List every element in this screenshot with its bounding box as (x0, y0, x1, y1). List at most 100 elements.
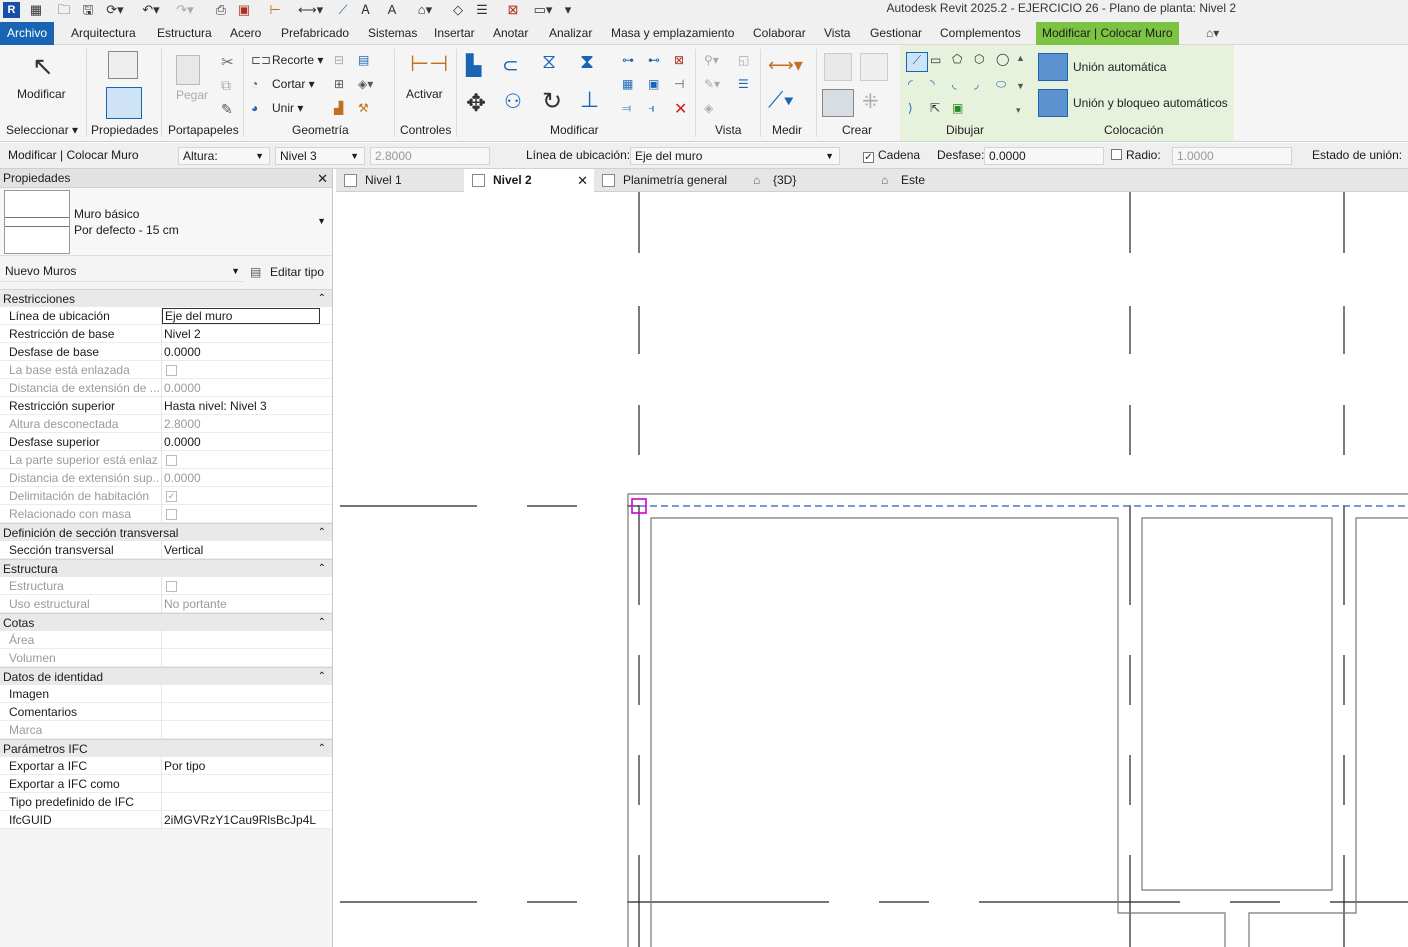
prop-row[interactable]: Tipo predefinido de IFC (0, 793, 332, 811)
activate-controls-icon[interactable]: ⊢⊣ (410, 51, 448, 77)
prop-row[interactable]: IfcGUID 2iMGVRzY1Cau9RlsBcJp4L (0, 811, 332, 829)
altura-select[interactable]: Altura: ▼ (178, 147, 270, 165)
auto-join-lock-icon[interactable] (1038, 89, 1068, 117)
floor-plan-drawing[interactable] (336, 192, 1408, 947)
tab-sistemas[interactable]: Sistemas (368, 22, 417, 45)
ribbon-minimize-icon[interactable]: ⌂▾ (1206, 22, 1232, 45)
scale-icon[interactable]: ▣ (648, 77, 659, 91)
join-icon[interactable]: ◕ (251, 101, 258, 115)
radio-checkbox[interactable]: Radio: (1111, 148, 1161, 162)
draw-partial-ellipse-icon[interactable]: ⟩ (908, 101, 913, 115)
trim-single-icon[interactable]: ⫣ (648, 101, 655, 116)
prop-row[interactable]: Línea de ubicación Eje del muro (0, 307, 332, 325)
draw-scroll-down-icon[interactable]: ▼ (1016, 81, 1025, 91)
draw-inscribed-polygon-icon[interactable]: ⬠ (952, 52, 962, 66)
location-line-input[interactable]: Eje del muro (162, 308, 320, 324)
close-icon[interactable]: ✕ (317, 169, 328, 188)
seleccionar-panel-label[interactable]: Seleccionar ▾ (6, 123, 78, 137)
recorte-button[interactable]: Recorte ▾ (272, 53, 323, 67)
tab-modificar-colocar-muro[interactable]: Modificar | Colocar Muro (1036, 22, 1179, 45)
draw-scroll-up-icon[interactable]: ▲ (1016, 53, 1025, 63)
prop-row[interactable]: Exportar a IFC como (0, 775, 332, 793)
copy-element-icon[interactable]: ⚇ (504, 89, 522, 114)
aligned-dimension-icon[interactable]: ⟋▾ (768, 87, 794, 113)
tab-insertar[interactable]: Insertar (434, 22, 475, 45)
draw-arc-center-icon[interactable]: ◝ (930, 77, 935, 91)
offset-icon[interactable]: ⊂ (502, 53, 519, 78)
array-icon[interactable]: ▦ (622, 77, 633, 91)
cope-icon[interactable]: ⊏⊐ (251, 53, 271, 67)
section-restricciones[interactable]: Restricciones ⌃ (0, 289, 332, 307)
pin-icon[interactable]: ⊣ (674, 77, 684, 91)
section-cotas[interactable]: Cotas ⌃ (0, 613, 332, 631)
mirror-pick-axis-icon[interactable]: ⧖ (542, 51, 556, 74)
union-bloqueo-button[interactable]: Unión y bloqueo automáticos (1073, 96, 1228, 110)
tab-vista[interactable]: Vista (824, 22, 850, 45)
mirror-draw-axis-icon[interactable]: ⧗ (580, 51, 594, 74)
copy-icon[interactable]: ⧉ (221, 77, 231, 94)
draw-circle-icon[interactable]: ◯ (996, 52, 1009, 66)
paint-view-icon[interactable]: ◈ (704, 101, 713, 115)
properties-icon[interactable] (106, 87, 142, 119)
align-icon[interactable]: ▙ (466, 53, 481, 78)
section-seccion-transversal[interactable]: Definición de sección transversal ⌃ (0, 523, 332, 541)
override-graphics-icon[interactable]: ⚲▾ (704, 53, 719, 67)
move-icon[interactable]: ✥ (466, 89, 486, 118)
tab-colaborar[interactable]: Colaborar (753, 22, 806, 45)
thin-lines-view-icon[interactable]: ☰ (738, 77, 749, 91)
tab-anotar[interactable]: Anotar (493, 22, 528, 45)
draw-arc-3pt-icon[interactable]: ◜ (908, 77, 913, 91)
prop-row[interactable]: Exportar a IFC Por tipo (0, 757, 332, 775)
create-parts-icon[interactable] (860, 53, 888, 81)
type-properties-icon[interactable] (108, 51, 138, 79)
create-assembly-icon[interactable] (824, 53, 852, 81)
activar-button[interactable]: Activar (406, 87, 443, 101)
view-tab-planimetria[interactable]: Planimetría general (594, 169, 744, 192)
prop-row[interactable]: Desfase superior 0.0000 (0, 433, 332, 451)
match-type-icon[interactable]: ✎ (221, 101, 233, 118)
ubicacion-select[interactable]: Eje del muro ▼ (630, 147, 840, 165)
view-tab-este[interactable]: ⌂ Este (872, 169, 992, 192)
auto-join-icon[interactable] (1038, 53, 1068, 81)
hide-icon[interactable]: ◱ (738, 53, 749, 67)
split-gap-icon[interactable]: ⊷ (648, 53, 660, 67)
modify-cursor-icon[interactable]: ↖ (32, 51, 54, 82)
measure-tool-icon[interactable]: ⟷▾ (768, 55, 803, 76)
tab-estructura[interactable]: Estructura (157, 22, 212, 45)
prop-row[interactable]: Imagen (0, 685, 332, 703)
split-icon[interactable]: ⊶ (622, 53, 634, 67)
tab-analizar[interactable]: Analizar (549, 22, 592, 45)
rotate-icon[interactable]: ↻ (542, 87, 562, 116)
paste-icon[interactable] (176, 55, 200, 85)
prop-row[interactable]: Comentarios (0, 703, 332, 721)
pegar-button[interactable]: Pegar (176, 88, 208, 102)
altura-value-input[interactable]: 2.8000 (370, 147, 490, 165)
union-automatica-button[interactable]: Unión automática (1073, 60, 1166, 74)
drawing-canvas[interactable] (336, 192, 1408, 947)
pick-lines-icon[interactable]: ⇱ (930, 101, 940, 115)
tab-acero[interactable]: Acero (230, 22, 261, 45)
cut-icon[interactable]: ✂ (221, 53, 234, 71)
unpin-icon[interactable]: ⊠ (674, 53, 684, 67)
prop-row[interactable]: Restricción superior Hasta nivel: Nivel 3 (0, 397, 332, 415)
altura-level-select[interactable]: Nivel 3 ▼ (275, 147, 365, 165)
view-tab-nivel-2[interactable]: Nivel 2 ✕ (464, 169, 594, 192)
modificar-button[interactable]: Modificar (17, 87, 66, 101)
trim-multiple-icon[interactable]: ⫤ (622, 101, 631, 116)
create-similar-icon[interactable]: ⁜ (862, 89, 879, 114)
instance-filter-select[interactable]: Nuevo Muros ▼ (0, 260, 244, 282)
trim-extend-icon[interactable]: ⊥ (580, 87, 599, 113)
tab-complementos[interactable]: Complementos (940, 22, 1021, 45)
delete-icon[interactable]: ✕ (674, 99, 687, 119)
draw-circumscribed-polygon-icon[interactable]: ⬡ (974, 52, 984, 66)
cut-geometry-icon[interactable]: ◔ (251, 77, 258, 91)
unir-button[interactable]: Unir ▾ (272, 101, 303, 115)
prop-row[interactable]: Desfase de base 0.0000 (0, 343, 332, 361)
hammer-icon[interactable]: ⚒ (358, 101, 369, 115)
create-group-icon[interactable] (822, 89, 854, 117)
type-selector[interactable]: Muro básico Por defecto - 15 cm ▼ (0, 188, 332, 256)
beam-icon[interactable]: ▟ (334, 101, 343, 115)
desfase-input[interactable]: 0.0000 (984, 147, 1104, 165)
draw-expand-icon[interactable]: ▾ (1016, 105, 1021, 116)
radio-input[interactable]: 1.0000 (1172, 147, 1292, 165)
